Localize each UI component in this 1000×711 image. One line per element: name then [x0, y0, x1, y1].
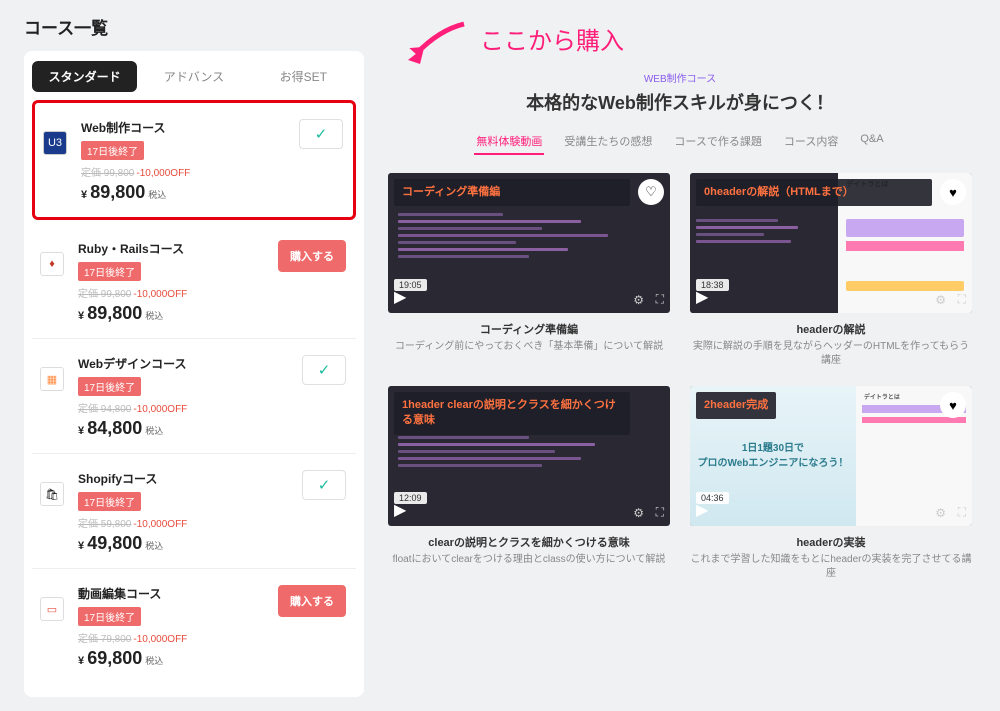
video-card: コーディング準備編 ♡ 19:05 ▶ ⚙ ⛶ コーディング準備編 コーディング…: [388, 173, 670, 368]
selected-check-button[interactable]: ✓: [302, 355, 346, 385]
ruby-icon: ♦: [40, 252, 64, 276]
settings-icon[interactable]: ⚙: [935, 506, 946, 520]
video-grid: コーディング準備編 ♡ 19:05 ▶ ⚙ ⛶ コーディング準備編 コーディング…: [384, 173, 976, 581]
video-overlay-title: 0headerの解説（HTMLまで）: [696, 179, 932, 206]
video-thumbnail[interactable]: 1日1題30日で プロのWebエンジニアになろう！ デイトラとは 2header…: [690, 386, 972, 526]
course-item-web[interactable]: U3 Web制作コース 17日後終了 定価 99,800-10,000OFF ¥…: [32, 100, 356, 220]
settings-icon[interactable]: ⚙: [633, 293, 644, 307]
nav-contents[interactable]: コース内容: [782, 129, 840, 155]
course-category-label: WEB制作コース: [384, 70, 976, 85]
favorite-icon[interactable]: ♥: [940, 392, 966, 418]
settings-icon[interactable]: ⚙: [633, 506, 644, 520]
course-name: Ruby・Railsコース: [78, 240, 278, 257]
price: ¥ 84,800税込: [78, 418, 302, 439]
deadline-badge: 17日後終了: [78, 607, 141, 626]
design-icon: ▦: [40, 367, 64, 391]
old-price: 定価 94,800: [78, 404, 131, 415]
course-item-shopify[interactable]: 🛍 Shopifyコース 17日後終了 定価 59,800-10,000OFF …: [32, 454, 356, 569]
engineer-title-2: プロのWebエンジニアになろう！: [697, 456, 848, 471]
engineer-title-1: 1日1題30日で: [742, 441, 804, 456]
course-item-ruby[interactable]: ♦ Ruby・Railsコース 17日後終了 定価 99,800-10,000O…: [32, 224, 356, 339]
web-icon: U3: [43, 131, 67, 155]
nav-assignments[interactable]: コースで作る課題: [672, 129, 763, 155]
discount: -10,000OFF: [133, 289, 187, 300]
price: ¥ 89,800税込: [81, 182, 299, 203]
annotation-text: ここから購入: [480, 21, 624, 56]
discount: -10,000OFF: [133, 519, 187, 530]
video-desc: これまで学習した知識をもとにheaderの実装を完了させてる講座: [690, 553, 972, 581]
deadline-badge: 17日後終了: [78, 262, 141, 281]
old-price: 定価 99,800: [78, 289, 131, 300]
price: ¥ 49,800税込: [78, 533, 302, 554]
video-thumbnail[interactable]: デイトラとは 0headerの解説（HTMLまで） ♥ 18:38 ▶ ⚙ ⛶: [690, 173, 972, 313]
video-card: 1日1題30日で プロのWebエンジニアになろう！ デイトラとは 2header…: [690, 386, 972, 581]
video-card: 1header clearの説明とクラスを細かくつける意味 12:09 ▶ ⚙ …: [388, 386, 670, 581]
play-icon[interactable]: ▶: [696, 287, 708, 307]
deadline-badge: 17日後終了: [78, 492, 141, 511]
video-overlay-title: 1header clearの説明とクラスを細かくつける意味: [394, 392, 630, 435]
course-name: Web制作コース: [81, 119, 299, 136]
video-title: コーディング準備編: [480, 321, 578, 337]
video-desc: 実際に解説の手順を見ながらヘッダーのHTMLを作ってもらう講座: [690, 340, 972, 368]
old-price: 定価 59,800: [78, 519, 131, 530]
video-title: headerの実装: [796, 534, 865, 550]
favorite-icon[interactable]: ♡: [638, 179, 664, 205]
fullscreen-icon[interactable]: ⛶: [656, 292, 664, 307]
tab-standard[interactable]: スタンダード: [32, 61, 137, 92]
discount: -10,000OFF: [133, 634, 187, 645]
course-panel: スタンダード アドバンス お得SET U3 Web制作コース 17日後終了 定価…: [24, 51, 364, 697]
fullscreen-icon[interactable]: ⛶: [958, 292, 966, 307]
nav-reviews[interactable]: 受講生たちの感想: [562, 129, 654, 155]
discount: -10,000OFF: [133, 404, 187, 415]
video-overlay-title: コーディング準備編: [394, 179, 630, 206]
tab-set[interactable]: お得SET: [251, 61, 356, 92]
settings-icon[interactable]: ⚙: [935, 293, 946, 307]
content-nav: 無料体験動画 受講生たちの感想 コースで作る課題 コース内容 Q&A: [384, 129, 976, 155]
video-title: headerの解説: [796, 321, 865, 337]
course-item-design[interactable]: ▦ Webデザインコース 17日後終了 定価 94,800-10,000OFF …: [32, 339, 356, 454]
video-desc: floatにおいてclearをつける理由とclassの使い方について解説: [393, 553, 666, 567]
video-thumbnail[interactable]: コーディング準備編 ♡ 19:05 ▶ ⚙ ⛶: [388, 173, 670, 313]
selected-check-button[interactable]: ✓: [299, 119, 343, 149]
old-price: 定価 79,800: [78, 634, 131, 645]
buy-button[interactable]: 購入する: [278, 240, 346, 272]
discount: -10,000OFF: [136, 168, 190, 179]
play-icon[interactable]: ▶: [696, 500, 708, 520]
purchase-arrow-annotation: ここから購入: [404, 12, 624, 72]
video-icon: ▭: [40, 597, 64, 621]
video-thumbnail[interactable]: 1header clearの説明とクラスを細かくつける意味 12:09 ▶ ⚙ …: [388, 386, 670, 526]
buy-button[interactable]: 購入する: [278, 585, 346, 617]
play-icon[interactable]: ▶: [394, 500, 406, 520]
old-price: 定価 99,800: [81, 168, 134, 179]
price: ¥ 89,800税込: [78, 303, 278, 324]
play-icon[interactable]: ▶: [394, 287, 406, 307]
fullscreen-icon[interactable]: ⛶: [656, 505, 664, 520]
deadline-badge: 17日後終了: [78, 377, 141, 396]
nav-trial[interactable]: 無料体験動画: [474, 129, 544, 155]
video-overlay-title: 2header完成: [696, 392, 776, 419]
tab-row: スタンダード アドバンス お得SET: [32, 61, 356, 92]
course-name: Webデザインコース: [78, 355, 302, 372]
selected-check-button[interactable]: ✓: [302, 470, 346, 500]
video-card: デイトラとは 0headerの解説（HTMLまで） ♥ 18:38 ▶ ⚙ ⛶ …: [690, 173, 972, 368]
main-title: 本格的なWeb制作スキルが身につく！: [384, 89, 976, 115]
video-title: clearの説明とクラスを細かくつける意味: [428, 534, 629, 550]
course-name: Shopifyコース: [78, 470, 302, 487]
nav-qa[interactable]: Q&A: [858, 129, 885, 155]
course-name: 動画編集コース: [78, 585, 278, 602]
tab-advance[interactable]: アドバンス: [141, 61, 246, 92]
price: ¥ 69,800税込: [78, 648, 278, 669]
shopify-icon: 🛍: [40, 482, 64, 506]
deadline-badge: 17日後終了: [81, 141, 144, 160]
course-item-video[interactable]: ▭ 動画編集コース 17日後終了 定価 79,800-10,000OFF ¥ 6…: [32, 569, 356, 683]
favorite-icon[interactable]: ♥: [940, 179, 966, 205]
page-title: コース一覧: [24, 14, 364, 39]
video-desc: コーディング前にやっておくべき「基本準備」について解説: [395, 340, 663, 354]
fullscreen-icon[interactable]: ⛶: [958, 505, 966, 520]
